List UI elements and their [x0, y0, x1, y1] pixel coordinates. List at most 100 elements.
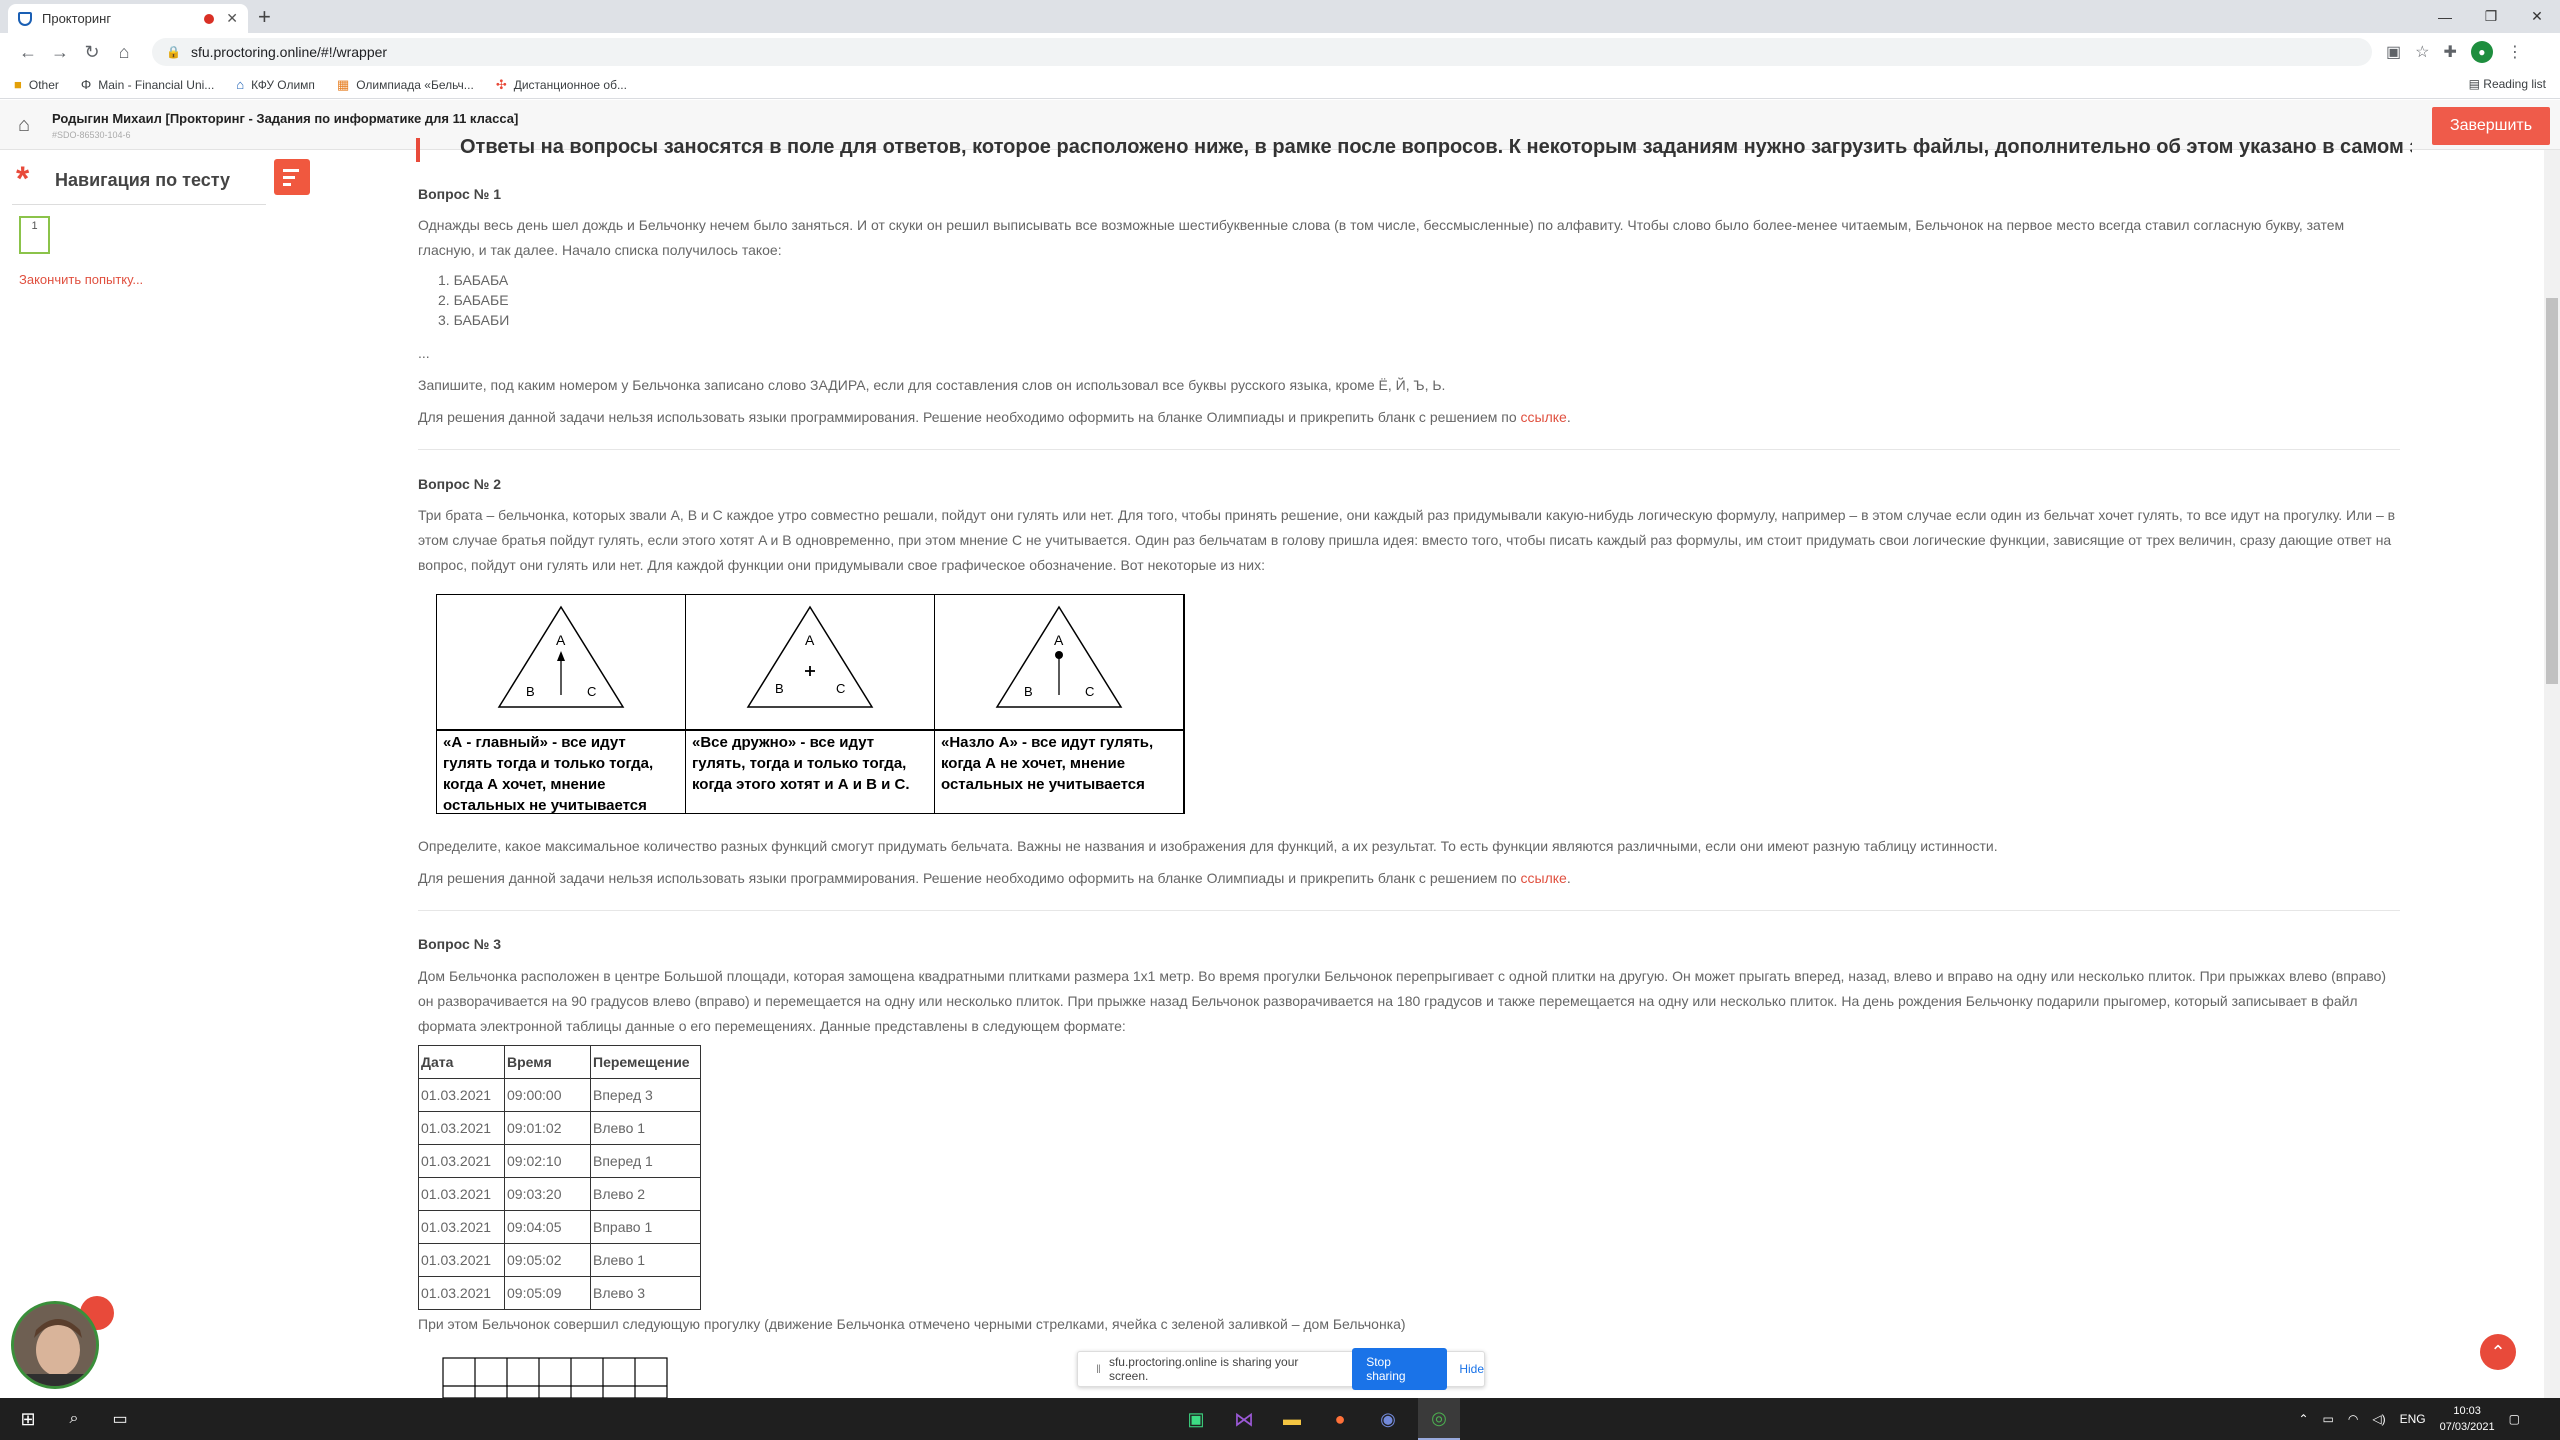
table-cell: 09:02:10: [504, 1144, 591, 1178]
triangle-diagram: A B C: [995, 605, 1123, 708]
task-view-icon[interactable]: ▭: [100, 1398, 140, 1440]
walk-grid: [442, 1357, 668, 1399]
extensions-icon[interactable]: ✚: [2443, 42, 2456, 62]
chrome-icon[interactable]: ◎: [1418, 1398, 1460, 1440]
hide-button[interactable]: Hide: [1459, 1362, 1484, 1376]
question-title: Вопрос № 2: [418, 476, 501, 492]
finish-button[interactable]: Завершить: [2432, 107, 2550, 145]
question-nav-button[interactable]: 1: [19, 216, 50, 254]
figure-label-a: A: [556, 632, 566, 648]
address-bar[interactable]: 🔒 sfu.proctoring.online/#!/wrapper: [152, 38, 2372, 66]
movement-table: Дата Время Перемещение 01.03.2021 09:00:0…: [418, 1045, 701, 1310]
notifications-icon[interactable]: ▢: [2509, 1412, 2520, 1426]
restore-icon[interactable]: ❐: [2468, 8, 2514, 25]
menu-line: [283, 175, 295, 179]
table-row: 01.03.2021 09:03:20 Влево 2: [418, 1177, 701, 1211]
list-item: 2. БАБАБЕ: [438, 292, 509, 308]
solution-link[interactable]: ссылке: [1521, 870, 1567, 886]
reading-list[interactable]: ▤ Reading list: [2469, 77, 2546, 91]
firefox-icon[interactable]: ●: [1322, 1398, 1358, 1440]
volume-icon[interactable]: ◁): [2372, 1412, 2385, 1426]
camera-icon[interactable]: ▣: [2386, 42, 2401, 62]
figure-caption: «Все дружно» - все идут гулять, тогда и …: [692, 734, 910, 793]
table-cell: 09:00:00: [504, 1078, 591, 1112]
table-cell: 01.03.2021: [418, 1243, 505, 1277]
bookmark-distance[interactable]: ✣ Дистанционное об...: [496, 77, 627, 93]
profile-avatar[interactable]: ●: [2470, 41, 2493, 63]
webcam-image: [14, 1304, 96, 1386]
windows-start-icon[interactable]: ⊞: [8, 1398, 48, 1440]
clock-time: 10:03: [2453, 1405, 2481, 1417]
chevron-up-icon[interactable]: ⌃: [2298, 1412, 2308, 1426]
back-icon[interactable]: ←: [12, 42, 44, 63]
window-controls: — ❐ ✕: [2422, 0, 2560, 33]
list-item: 1. БАБАБА: [438, 272, 509, 288]
url-text: sfu.proctoring.online/#!/wrapper: [190, 44, 388, 60]
share-text: sfu.proctoring.online is sharing your sc…: [1108, 1355, 1299, 1383]
close-tab-icon[interactable]: ✕: [226, 10, 238, 27]
search-icon[interactable]: ⌕: [54, 1398, 94, 1440]
browser-tab[interactable]: Прокторинг ✕: [8, 4, 248, 33]
bookmark-main-financial[interactable]: Φ Main - Financial Uni...: [81, 77, 214, 92]
language-indicator[interactable]: ENG: [2400, 1412, 2426, 1426]
file-explorer-icon[interactable]: ▬: [1274, 1398, 1310, 1440]
table-row: 01.03.2021 09:05:09 Влево 3: [418, 1276, 701, 1310]
table-cell: 01.03.2021: [418, 1078, 505, 1112]
ellipsis: ...: [418, 345, 430, 361]
figure-cell: A B C «А - главный» - все идут гулять то…: [437, 595, 686, 814]
word-list: 1. БАБАБА 2. БАБАБЕ 3. БАБАБИ: [438, 270, 509, 330]
table-header-row: Дата Время Перемещение: [418, 1045, 701, 1079]
visual-studio-icon[interactable]: ⋈: [1226, 1398, 1262, 1440]
scrollbar-thumb[interactable]: [2546, 298, 2558, 684]
building-icon: ⌂: [236, 77, 245, 92]
reload-icon[interactable]: ↻: [76, 42, 108, 63]
figure-label-b: B: [775, 681, 784, 696]
scroll-top-button[interactable]: ⌃: [2480, 1334, 2516, 1370]
minimize-icon[interactable]: —: [2422, 9, 2468, 25]
divider: [418, 449, 2400, 450]
clock[interactable]: 10:03 07/03/2021: [2440, 1403, 2495, 1435]
end-attempt-link[interactable]: Закончить попытку...: [19, 272, 143, 287]
reading-list-icon: ▤: [2468, 77, 2484, 91]
discord-icon[interactable]: ◉: [1370, 1398, 1406, 1440]
asterisk-icon: *: [16, 160, 30, 198]
bookmark-other[interactable]: ■ Other: [14, 77, 59, 92]
wifi-icon[interactable]: ◠: [2348, 1412, 2358, 1426]
close-window-icon[interactable]: ✕: [2514, 8, 2560, 25]
question-title: Вопрос № 3: [418, 936, 501, 952]
figure-label-a: A: [805, 632, 815, 648]
menu-icon[interactable]: ⋮: [2507, 42, 2523, 62]
table-cell: Влево 2: [590, 1177, 701, 1211]
column-header: Перемещение: [590, 1045, 701, 1079]
network-icon[interactable]: ▭: [2323, 1412, 2334, 1426]
nav-toggle-button[interactable]: [274, 159, 310, 195]
divider: [12, 204, 266, 205]
table-cell: 09:04:05: [504, 1210, 591, 1244]
browser-tabstrip: [0, 0, 2560, 33]
webcam-preview[interactable]: [11, 1301, 99, 1389]
solution-link[interactable]: ссылке: [1521, 409, 1567, 425]
banner-accent: [416, 138, 420, 162]
question-task: Запишите, под каким номером у Бельчонка …: [418, 377, 1446, 393]
user-line: Родыгин Михаил [Прокторинг - Задания по …: [52, 111, 519, 126]
column-header: Дата: [418, 1045, 505, 1079]
menu-line: [283, 168, 299, 172]
home-icon[interactable]: ⌂: [18, 114, 30, 137]
forward-icon[interactable]: →: [44, 42, 76, 63]
function-figures-table: A B C «А - главный» - все идут гулять то…: [436, 594, 1185, 814]
home-icon[interactable]: ⌂: [108, 42, 140, 63]
lock-icon[interactable]: 🔒: [166, 45, 181, 59]
bookmark-star-icon[interactable]: ☆: [2415, 42, 2429, 62]
screen-share-bar: ‖ sfu.proctoring.online is sharing your …: [1077, 1348, 1485, 1390]
pycharm-icon[interactable]: ▣: [1178, 1398, 1214, 1440]
table-cell: Влево 1: [590, 1111, 701, 1145]
figure-label-c: C: [1085, 684, 1094, 699]
bookmark-kfu[interactable]: ⌂ КФУ Олимп: [236, 77, 315, 92]
bookmark-olympiad[interactable]: ▦ Олимпиада «Бельч...: [337, 77, 474, 93]
table-row: 01.03.2021 09:01:02 Влево 1: [418, 1111, 701, 1145]
new-tab-button[interactable]: +: [258, 4, 271, 30]
system-tray: ⌃ ▭ ◠ ◁) ENG 10:03 07/03/2021 ▢: [2298, 1398, 2520, 1440]
stop-sharing-button[interactable]: Stop sharing: [1352, 1348, 1448, 1390]
table-row: 01.03.2021 09:04:05 Вправо 1: [418, 1210, 701, 1244]
table-row: 01.03.2021 09:00:00 Вперед 3: [418, 1078, 701, 1112]
